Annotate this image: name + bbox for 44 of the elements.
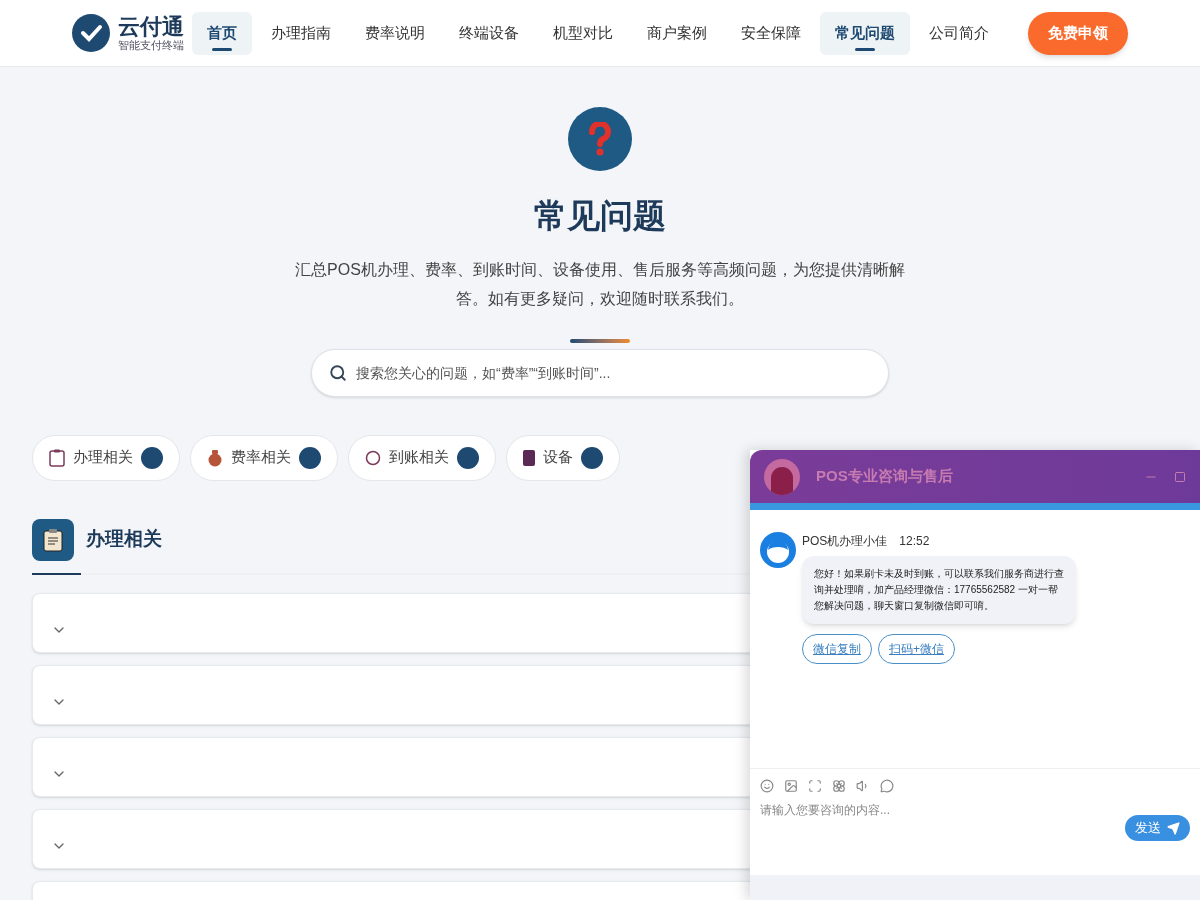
- nav-link[interactable]: 办理指南: [256, 11, 346, 55]
- clipboard-icon: [32, 518, 74, 561]
- device-icon: [523, 449, 535, 466]
- agent-avatar-icon: [760, 532, 796, 568]
- check-logo-icon: [72, 14, 110, 52]
- category-tab[interactable]: 设备: [506, 434, 620, 481]
- image-icon[interactable]: [784, 779, 798, 793]
- message-bubble: 您好！如果刷卡未及时到账，可以联系我们服务商进行查询并处理唷，加产品经理微信：17765562582 一对一帮您解决问题，聊天窗口复制微信即可唷。: [802, 556, 1076, 624]
- screenshot-icon[interactable]: [808, 779, 822, 793]
- page-description: 汇总POS机办理、费率、到账时间、设备使用、售后服务等高频问题，为您提供清晰解答。如有更多疑问，欢迎随时联系我们。: [294, 259, 906, 309]
- count-badge: [299, 446, 321, 469]
- sender-name: POS机办理小佳: [802, 533, 888, 550]
- category-tab[interactable]: 到账相关: [348, 434, 496, 481]
- chat-bubbles-icon[interactable]: [880, 779, 894, 793]
- message-time: 12:52: [899, 533, 930, 550]
- nav-link[interactable]: 安全保障: [726, 11, 816, 55]
- section-title: 办理相关: [86, 527, 162, 552]
- count-badge: [141, 446, 163, 469]
- brand-name: 云付通: [118, 15, 184, 38]
- flower-icon[interactable]: [832, 779, 846, 793]
- brand-tagline: 智能支付终端: [118, 39, 184, 51]
- nav-link[interactable]: 常见问题: [820, 11, 910, 55]
- search-icon: [329, 363, 347, 382]
- nav-link[interactable]: 终端设备: [444, 11, 534, 55]
- chat-title: POS专业咨询与售后: [816, 466, 953, 487]
- nav-link[interactable]: 公司简介: [914, 11, 1004, 55]
- search-field[interactable]: 搜索您关心的问题，如“费率”“到账时间”...: [311, 348, 889, 397]
- maximize-icon[interactable]: [1174, 470, 1186, 483]
- category-tab[interactable]: 办理相关: [32, 434, 180, 481]
- nav-link[interactable]: 商户案例: [632, 11, 722, 55]
- money-bag-icon: [207, 448, 223, 467]
- nav-link[interactable]: 费率说明: [350, 11, 440, 55]
- count-badge: [457, 446, 479, 469]
- message-input[interactable]: 请输入您要咨询的内容...: [760, 801, 1125, 819]
- emoji-icon[interactable]: [760, 779, 774, 793]
- count-badge: [581, 446, 603, 469]
- nav-link[interactable]: 机型对比: [538, 11, 628, 55]
- nav-link[interactable]: 首页: [192, 11, 252, 55]
- send-icon: [1167, 821, 1180, 835]
- clock-icon: [365, 449, 381, 466]
- avatar-icon: [764, 458, 800, 495]
- page-title: 常见问题: [534, 196, 666, 236]
- category-tab[interactable]: 费率相关: [190, 434, 338, 481]
- clipboard-icon: [49, 448, 65, 467]
